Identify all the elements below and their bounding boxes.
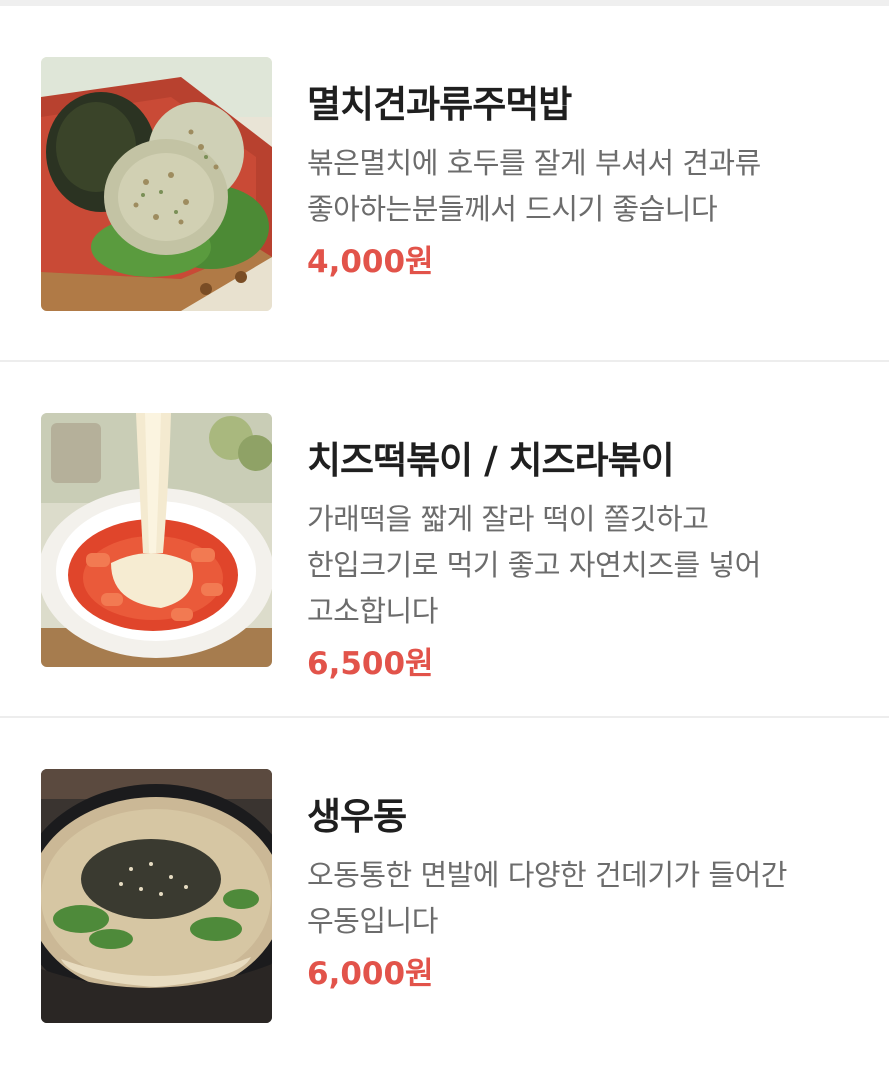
menu-item-name: 생우동 — [307, 795, 407, 838]
menu-item[interactable]: 치즈떡볶이 / 치즈라볶이 가래떡을 짧게 잘라 떡이 쫄깃하고 한입크기로 먹… — [0, 362, 889, 718]
menu-item-description: 볶은멸치에 호두를 잘게 부셔서 견과류 좋아하는분들께서 드시기 좋습니다 — [307, 146, 761, 226]
menu-item-description: 오동통한 면발에 다양한 건데기가 들어간 우동입니다 — [307, 858, 787, 938]
menu-item-price: 4,000원 — [307, 244, 434, 280]
menu-item-photo — [41, 769, 272, 1023]
menu-item[interactable]: 멸치견과류주먹밥 볶은멸치에 호두를 잘게 부셔서 견과류 좋아하는분들께서 드… — [0, 6, 889, 362]
menu-list: 멸치견과류주먹밥 볶은멸치에 호두를 잘게 부셔서 견과류 좋아하는분들께서 드… — [0, 6, 889, 1074]
menu-item-name: 멸치견과류주먹밥 — [307, 83, 572, 126]
rice-ball-photo-icon — [41, 57, 272, 311]
menu-item[interactable]: 생우동 오동통한 면발에 다양한 건데기가 들어간 우동입니다 6,000원 — [0, 718, 889, 1074]
udon-photo-icon — [41, 769, 272, 1023]
menu-item-photo — [41, 413, 272, 667]
menu-item-description: 가래떡을 짧게 잘라 떡이 쫄깃하고 한입크기로 먹기 좋고 자연치즈를 넣어 … — [307, 502, 761, 628]
cheese-tteokbokki-photo-icon — [41, 413, 272, 667]
menu-item-photo — [41, 57, 272, 311]
menu-item-name: 치즈떡볶이 / 치즈라볶이 — [307, 439, 675, 482]
menu-item-info: 멸치견과류주먹밥 볶은멸치에 호두를 잘게 부셔서 견과류 좋아하는분들께서 드… — [307, 80, 852, 282]
menu-item-info: 생우동 오동통한 면발에 다양한 건데기가 들어간 우동입니다 6,000원 — [307, 792, 852, 994]
menu-item-info: 치즈떡볶이 / 치즈라볶이 가래떡을 짧게 잘라 떡이 쫄깃하고 한입크기로 먹… — [307, 436, 852, 684]
menu-item-price: 6,500원 — [307, 646, 434, 682]
menu-item-price: 6,000원 — [307, 956, 434, 992]
